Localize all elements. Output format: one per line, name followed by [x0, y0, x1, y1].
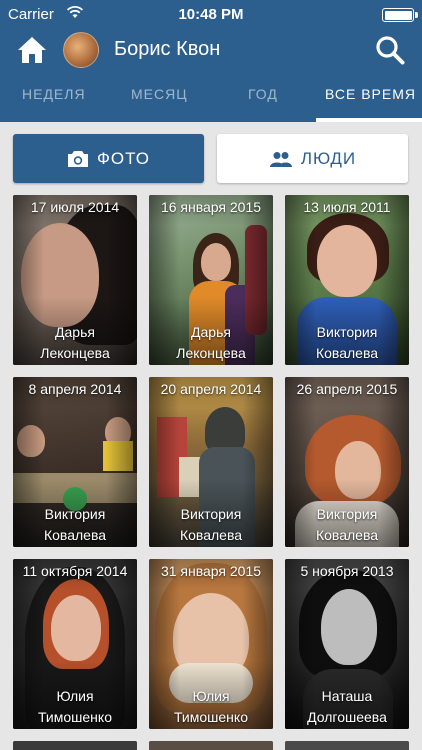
photo-image: [149, 741, 273, 750]
camera-icon: [68, 150, 88, 167]
photo-button-label: ФОТО: [97, 148, 150, 168]
photo-card[interactable]: [149, 741, 273, 750]
photo-card[interactable]: 20 апреля 2014 Виктория Ковалева: [149, 377, 273, 547]
photo-button[interactable]: ФОТО: [13, 134, 204, 183]
person-first-name: Наташа: [321, 688, 373, 704]
photo-card[interactable]: 8 апреля 2014 Виктория Ковалева: [13, 377, 137, 547]
photo-date: 17 июля 2014: [30, 199, 120, 215]
photo-date: 11 октября 2014: [22, 563, 128, 579]
person-last-name: Ковалева: [315, 345, 379, 361]
photo-date: 26 апреля 2015: [296, 381, 398, 397]
person-first-name: Виктория: [316, 324, 378, 340]
photo-date: 16 января 2015: [160, 199, 262, 215]
person-first-name: Юлия: [192, 688, 230, 704]
people-button-label: ЛЮДИ: [300, 148, 357, 168]
clock: 10:48 PM: [178, 6, 244, 23]
home-icon[interactable]: [16, 34, 48, 66]
photo-card[interactable]: 5 ноября 2013 Наташа Долгошеева: [285, 559, 409, 729]
person-first-name: Виктория: [316, 506, 378, 522]
status-bar: Carrier 10:48 PM: [0, 0, 422, 30]
photo-card[interactable]: [285, 741, 409, 750]
people-icon: [269, 151, 292, 167]
person-last-name: Ковалева: [179, 527, 243, 543]
photo-card[interactable]: 11 октября 2014 Юлия Тимошенко: [13, 559, 137, 729]
people-button[interactable]: ЛЮДИ: [217, 134, 408, 183]
tab-all-time[interactable]: ВСЕ ВРЕМЯ: [325, 86, 416, 102]
photo-date: 13 июля 2011: [303, 199, 391, 215]
person-last-name: Леконцева: [40, 345, 110, 361]
photo-card[interactable]: [13, 741, 137, 750]
person-last-name: Долгошеева: [307, 709, 387, 725]
avatar[interactable]: [63, 32, 99, 68]
person-last-name: Леконцева: [176, 345, 246, 361]
photo-date: 8 апреля 2014: [28, 381, 122, 397]
active-tab-indicator: [316, 118, 422, 122]
photo-date: 31 января 2015: [160, 563, 262, 579]
photo-image: [285, 741, 409, 750]
photo-card[interactable]: 26 апреля 2015 Виктория Ковалева: [285, 377, 409, 547]
app-header: Борис Квон: [0, 30, 422, 70]
photo-card[interactable]: 16 января 2015 Дарья Леконцева: [149, 195, 273, 365]
photo-card[interactable]: 17 июля 2014 Дарья Леконцева: [13, 195, 137, 365]
photo-card[interactable]: 31 января 2015 Юлия Тимошенко: [149, 559, 273, 729]
tab-year[interactable]: ГОД: [248, 86, 278, 102]
person-last-name: Ковалева: [43, 527, 107, 543]
person-first-name: Виктория: [44, 506, 106, 522]
person-last-name: Ковалева: [315, 527, 379, 543]
tab-week[interactable]: НЕДЕЛЯ: [22, 86, 86, 102]
person-first-name: Виктория: [180, 506, 242, 522]
photo-card[interactable]: 13 июля 2011 Виктория Ковалева: [285, 195, 409, 365]
person-first-name: Дарья: [55, 324, 95, 340]
battery-icon: [382, 8, 418, 22]
photo-date: 5 ноября 2013: [300, 563, 394, 579]
person-last-name: Тимошенко: [174, 709, 248, 725]
person-first-name: Юлия: [56, 688, 94, 704]
tab-month[interactable]: МЕСЯЦ: [131, 86, 188, 102]
person-first-name: Дарья: [191, 324, 231, 340]
user-name: Борис Квон: [114, 38, 221, 60]
person-last-name: Тимошенко: [38, 709, 112, 725]
period-tabs: НЕДЕЛЯ МЕСЯЦ ГОД ВСЕ ВРЕМЯ: [0, 70, 422, 122]
search-icon[interactable]: [374, 34, 406, 66]
photo-image: [13, 741, 137, 750]
photo-date: 20 апреля 2014: [160, 381, 262, 397]
